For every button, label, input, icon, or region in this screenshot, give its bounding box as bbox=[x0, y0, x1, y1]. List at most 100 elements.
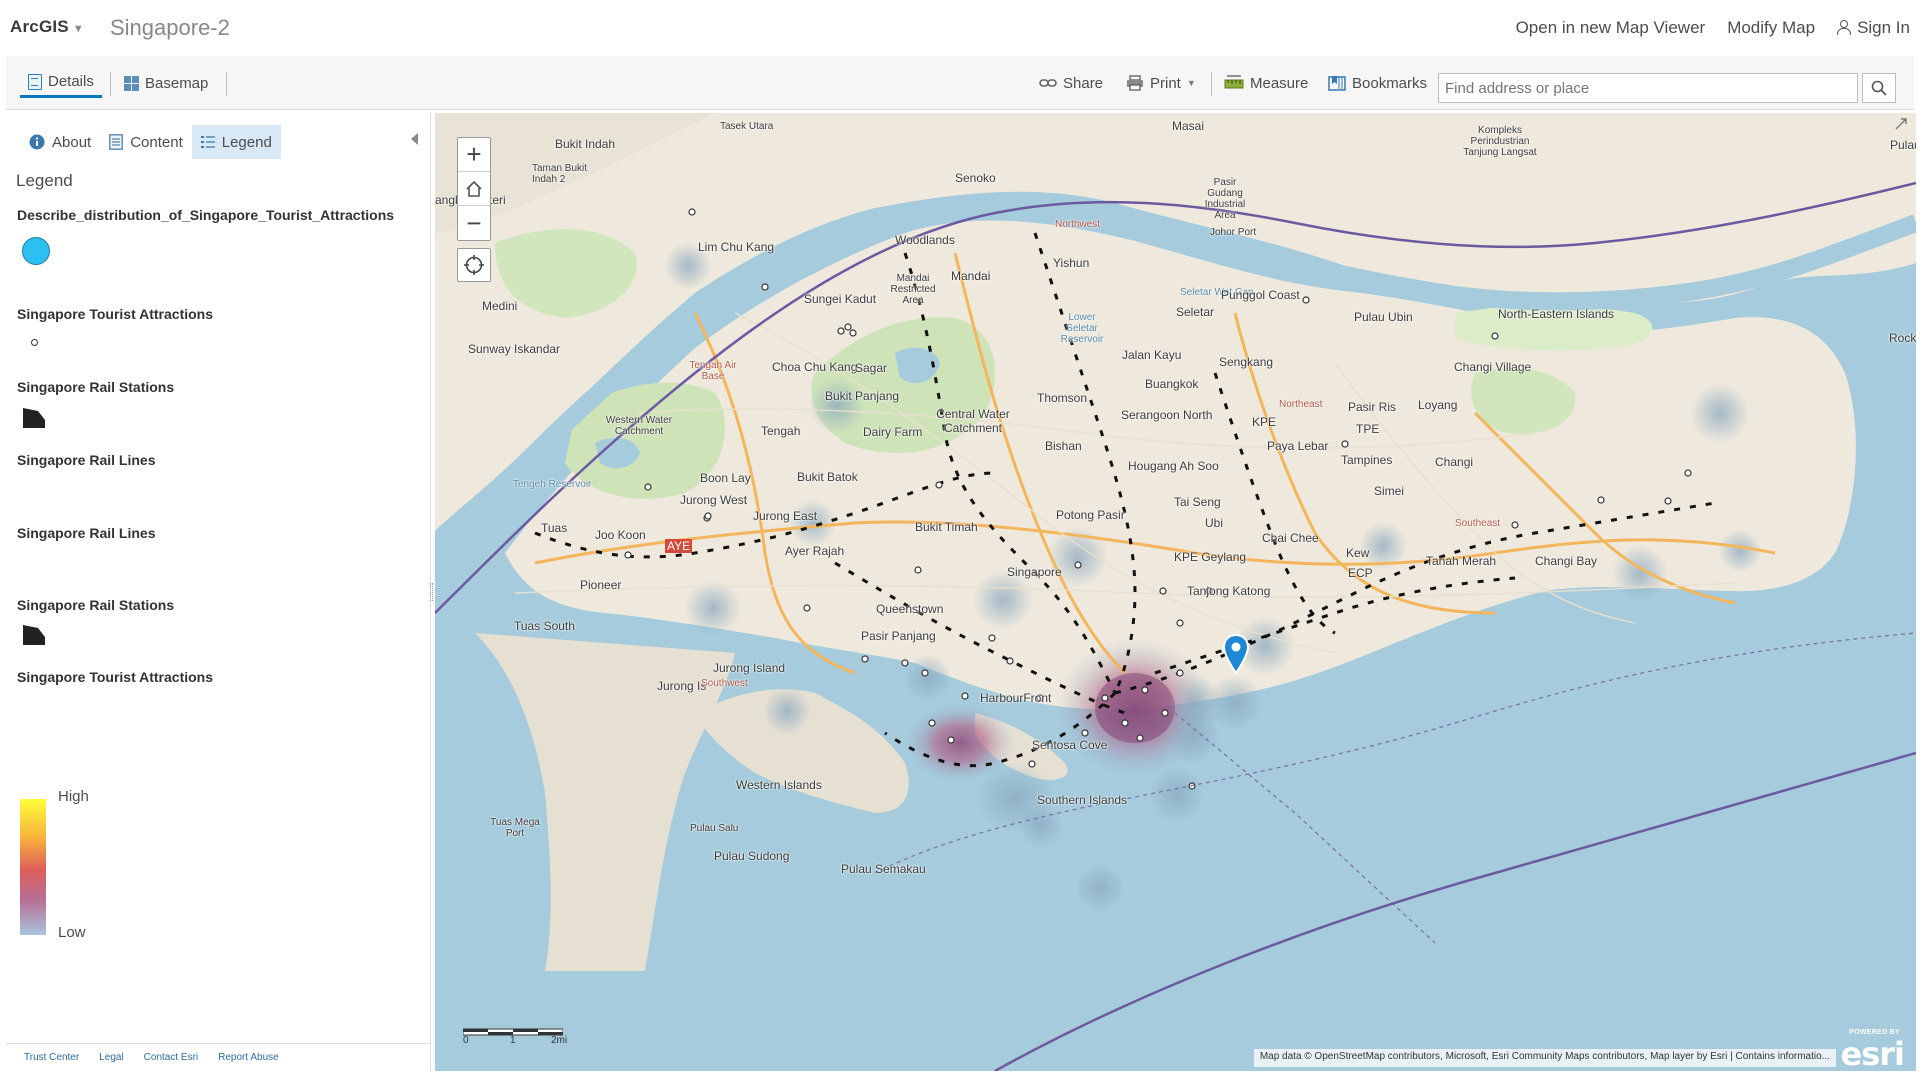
print-label: Print bbox=[1150, 74, 1181, 92]
map-label: Choa Chu Kang bbox=[772, 360, 858, 374]
cyan-circle-symbol bbox=[22, 237, 50, 265]
map-label: Northwest bbox=[1055, 219, 1101, 230]
details-button[interactable]: Details bbox=[20, 68, 102, 98]
map-label: Sagar bbox=[855, 361, 888, 375]
map-label: Queenstown bbox=[876, 602, 944, 616]
zoom-in-button[interactable]: + bbox=[458, 138, 490, 172]
legend-layer-title: Singapore Rail Lines bbox=[17, 452, 156, 468]
bookmarks-button[interactable]: Bookmarks bbox=[1328, 68, 1427, 98]
map-label: Tengeh Reservoir bbox=[513, 479, 592, 490]
scale-label: 1 bbox=[510, 1035, 516, 1046]
map-label: Tengah bbox=[761, 424, 801, 438]
map-label: AYE bbox=[665, 539, 693, 553]
search-icon bbox=[1871, 80, 1887, 96]
home-button[interactable] bbox=[458, 172, 490, 206]
trust-center-link[interactable]: Trust Center bbox=[24, 1052, 79, 1063]
map-label: Mandai bbox=[951, 269, 991, 283]
map-label: Tasek Utara bbox=[720, 121, 774, 132]
details-label: Details bbox=[48, 73, 94, 90]
map-label: Pasir Ris bbox=[1348, 400, 1397, 414]
details-panel: About Content Legend Legend Describe_dis… bbox=[6, 113, 431, 1071]
share-button[interactable]: Share bbox=[1039, 68, 1103, 98]
legal-link[interactable]: Legal bbox=[99, 1052, 123, 1063]
ruler-icon bbox=[1224, 75, 1244, 89]
search-button[interactable] bbox=[1862, 73, 1896, 103]
rail-station-icon bbox=[23, 408, 45, 428]
map-label: HarbourFront bbox=[980, 691, 1052, 705]
map-label: TPE bbox=[1356, 422, 1380, 436]
map-label: North-Eastern Islands bbox=[1498, 307, 1615, 321]
home-icon bbox=[466, 180, 482, 197]
toolbar-divider bbox=[226, 72, 227, 96]
map-label: Ayer Rajah bbox=[785, 544, 845, 558]
report-abuse-link[interactable]: Report Abuse bbox=[218, 1052, 279, 1063]
expand-icon[interactable] bbox=[1894, 117, 1908, 131]
map-label: Seletar bbox=[1176, 305, 1215, 319]
map-label: Yishun bbox=[1053, 256, 1090, 270]
chevron-down-icon: ▼ bbox=[1186, 78, 1196, 88]
map-label: Chai Chee bbox=[1262, 531, 1319, 545]
map-label: Tai Seng bbox=[1174, 495, 1221, 509]
map-label: Bukit Timah bbox=[915, 520, 978, 534]
tab-content[interactable]: Content bbox=[100, 125, 192, 159]
measure-button[interactable]: Measure bbox=[1224, 68, 1308, 98]
arcgis-menu[interactable]: ArcGIS ▼ bbox=[10, 17, 84, 37]
link-icon bbox=[1039, 79, 1057, 87]
panel-splitter[interactable] bbox=[430, 583, 433, 601]
zoom-control: + − bbox=[457, 137, 491, 241]
modify-map-link[interactable]: Modify Map bbox=[1727, 18, 1815, 38]
map-label: Bukit Indah bbox=[555, 137, 616, 151]
map-label: Bukit Batok bbox=[797, 470, 858, 484]
map-view[interactable]: Masai Bukit Indah Tasek Utara Taman Buki… bbox=[435, 113, 1916, 1071]
tab-legend[interactable]: Legend bbox=[191, 125, 281, 159]
scale-label: 2mi bbox=[551, 1035, 568, 1046]
crosshair-icon bbox=[464, 255, 484, 275]
brand-label: ArcGIS bbox=[10, 17, 69, 36]
map-label: Pulau Ubin bbox=[1354, 310, 1413, 324]
panel-tabs: About Content Legend bbox=[20, 125, 281, 159]
search-input[interactable] bbox=[1438, 73, 1858, 103]
basemap-button[interactable]: Basemap bbox=[124, 68, 208, 98]
printer-icon bbox=[1127, 75, 1143, 91]
map-label: Sentosa Cove bbox=[1032, 738, 1108, 752]
map-label: Central Water Catchment bbox=[936, 407, 1010, 435]
basemap-grid-icon bbox=[124, 75, 139, 91]
map-attribution[interactable]: Map data © OpenStreetMap contributors, M… bbox=[1253, 1049, 1836, 1067]
map-label: Lower Seletar Reservoir bbox=[1060, 312, 1104, 345]
basemap-canvas bbox=[435, 113, 1916, 1071]
print-button[interactable]: Print ▼ bbox=[1126, 68, 1196, 98]
measure-label: Measure bbox=[1250, 74, 1309, 92]
map-label: Changi Bay bbox=[1535, 554, 1598, 568]
collapse-panel-icon[interactable] bbox=[411, 133, 418, 145]
esri-name-label: esri bbox=[1840, 1035, 1905, 1071]
map-label: ECP bbox=[1348, 566, 1373, 580]
locate-button[interactable] bbox=[457, 248, 491, 282]
map-label: Pulau Semakau bbox=[841, 862, 926, 876]
sign-in-link[interactable]: Sign In bbox=[1837, 18, 1910, 38]
map-label: Paya Lebar bbox=[1267, 439, 1329, 453]
map-label: Western Islands bbox=[736, 778, 822, 792]
map-label: Jurong West bbox=[680, 493, 748, 507]
map-label: Kompleks Perindustrian Tanjung Langsat bbox=[1463, 125, 1537, 158]
map-label: Tanjong Katong bbox=[1187, 584, 1271, 598]
map-label: Western Water Catchment bbox=[605, 415, 673, 437]
map-label: Pasir Panjang bbox=[861, 629, 936, 643]
attraction-dot-symbol bbox=[31, 339, 38, 346]
contact-esri-link[interactable]: Contact Esri bbox=[144, 1052, 198, 1063]
tab-content-label: Content bbox=[130, 133, 183, 151]
open-in-new-map-viewer-link[interactable]: Open in new Map Viewer bbox=[1516, 18, 1706, 38]
legend-layer-title: Singapore Rail Lines bbox=[17, 525, 156, 541]
map-label: Tuas bbox=[541, 521, 568, 535]
tab-about[interactable]: About bbox=[20, 125, 100, 159]
zoom-out-button[interactable]: − bbox=[458, 206, 490, 240]
ramp-high-label: High bbox=[58, 788, 89, 805]
map-label: Joo Koon bbox=[595, 528, 646, 542]
map-label: KPE bbox=[1252, 415, 1277, 429]
map-label: Woodlands bbox=[895, 233, 955, 247]
map-label: Lim Chu Kang bbox=[698, 240, 775, 254]
scale-bar: 0 1 2mi bbox=[462, 1024, 567, 1046]
chevron-down-icon: ▼ bbox=[72, 23, 84, 35]
map-label: Mandai Restricted Area bbox=[890, 273, 936, 306]
map-toolbar: Details Basemap Share Print ▼ Measure Bo… bbox=[6, 56, 1914, 110]
location-pin-icon[interactable] bbox=[1223, 634, 1249, 674]
